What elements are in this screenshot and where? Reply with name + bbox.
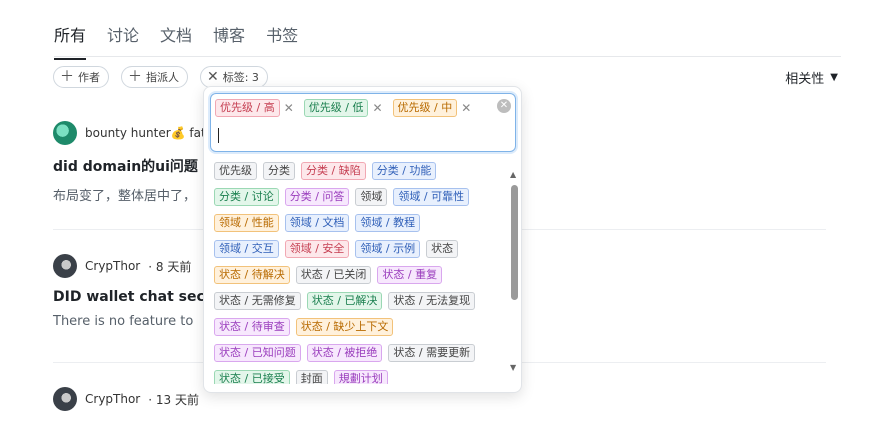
author-filter-button[interactable]: ＋ 作者 [53, 66, 109, 88]
post-author[interactable]: CrypThor [85, 392, 140, 406]
close-icon[interactable]: ✕ [372, 101, 382, 115]
assignee-filter-label: 指派人 [146, 71, 179, 84]
tag-option[interactable]: 状态 / 待审查 [214, 318, 290, 336]
tag-option[interactable]: 分类 / 讨论 [214, 188, 279, 206]
option-row: 状态 / 已知问题 状态 / 被拒绝 状态 / 需要更新 [214, 344, 504, 370]
tag-option[interactable]: 分类 / 缺陷 [301, 162, 366, 180]
tag-option[interactable]: 领域 / 性能 [214, 214, 279, 232]
plus-icon: ＋ [60, 69, 74, 85]
plus-icon: ＋ [128, 69, 142, 85]
tag-option[interactable]: 领域 / 教程 [355, 214, 421, 232]
avatar[interactable] [53, 254, 77, 278]
tag-option[interactable]: 优先级 [214, 162, 257, 180]
selected-tag: 优先级 / 低 ✕ [303, 99, 383, 117]
tag-option[interactable]: 封面 [295, 370, 328, 384]
selected-tag: 优先级 / 中 ✕ [392, 99, 471, 117]
tag-chip: 优先级 / 中 [392, 99, 458, 117]
author-filter-label: 作者 [78, 71, 100, 84]
tab-discussions[interactable]: 讨论 [107, 22, 139, 60]
tab-bookmarks[interactable]: 书签 [266, 22, 298, 60]
option-row: 状态 / 待解决 状态 / 已关闭 状态 / 重复 [214, 266, 504, 292]
avatar[interactable] [53, 121, 77, 145]
tag-option[interactable]: 领域 / 示例 [355, 240, 421, 258]
tag-search-input[interactable]: 优先级 / 高 ✕ 优先级 / 低 ✕ 优先级 / 中 ✕ ✕ [210, 93, 516, 152]
selected-tag: 优先级 / 高 ✕ [215, 99, 294, 117]
post-item[interactable]: CrypThor · 13 天前 [53, 387, 199, 411]
tags-filter-label: 标签: 3 [222, 71, 259, 84]
tab-bar: 所有 讨论 文档 博客 书签 [54, 22, 298, 60]
option-row: 领域 / 交互 领域 / 安全 领域 / 示例 状态 [214, 240, 504, 266]
close-icon[interactable]: ✕ [207, 70, 219, 84]
post-author[interactable]: bounty hunter💰 faty [85, 126, 213, 140]
scroll-down-icon[interactable]: ▼ [510, 363, 516, 372]
option-row: 状态 / 待审查 状态 / 缺少上下文 [214, 318, 504, 344]
post-title[interactable]: DID wallet chat sec [53, 289, 205, 305]
tag-option[interactable]: 领域 [355, 188, 388, 206]
tag-option[interactable]: 分类 / 功能 [371, 162, 437, 180]
tab-docs[interactable]: 文档 [160, 22, 192, 60]
post-meta: bounty hunter💰 faty [53, 121, 213, 145]
text-caret [218, 128, 219, 143]
post-author[interactable]: CrypThor [85, 259, 140, 273]
tag-option[interactable]: 分类 [263, 162, 295, 180]
tag-chip: 优先级 / 高 [215, 99, 280, 117]
option-row: 领域 / 性能 领域 / 文档 领域 / 教程 [214, 214, 504, 240]
tag-option[interactable]: 领域 / 交互 [214, 240, 279, 258]
tag-option[interactable]: 领域 / 文档 [284, 214, 350, 232]
tag-chip: 优先级 / 低 [303, 99, 369, 117]
tags-filter-button[interactable]: ✕ 标签: 3 [200, 66, 268, 88]
close-icon[interactable]: ✕ [461, 101, 471, 115]
option-row: 状态 / 已接受 封面 規劃计划 [214, 370, 504, 384]
post-title[interactable]: did domain的ui问题 [53, 156, 213, 176]
clear-all-icon[interactable]: ✕ [497, 99, 511, 113]
tag-option[interactable]: 状态 / 缺少上下文 [295, 318, 394, 336]
tab-all[interactable]: 所有 [54, 22, 87, 60]
tag-option[interactable]: 分类 / 问答 [284, 188, 350, 206]
assignee-filter-button[interactable]: ＋ 指派人 [121, 66, 188, 88]
tag-option[interactable]: 状态 / 无法复现 [388, 292, 476, 310]
close-icon[interactable]: ✕ [284, 101, 294, 115]
tag-option[interactable]: 状态 / 已接受 [214, 370, 290, 384]
scrollbar-thumb[interactable] [511, 185, 518, 300]
tabs-divider [54, 56, 841, 57]
post-excerpt: There is no feature to [53, 314, 194, 329]
tag-option[interactable]: 状态 / 已解决 [306, 292, 383, 310]
post-time: · 13 天前 [148, 392, 199, 407]
sort-dropdown[interactable]: 相关性 ▼ [785, 68, 838, 87]
tag-option[interactable]: 状态 [426, 240, 459, 258]
option-row: 状态 / 无需修复 状态 / 已解决 状态 / 无法复现 [214, 292, 504, 318]
tag-options-list: 优先级 分类 分类 / 缺陷 分类 / 功能 分类 / 讨论 分类 / 问答 领… [214, 162, 504, 384]
option-row: 分类 / 讨论 分类 / 问答 领域 领域 / 可靠性 [214, 188, 504, 214]
tag-option[interactable]: 状态 / 需要更新 [388, 344, 476, 362]
tag-option[interactable]: 状态 / 待解决 [214, 266, 290, 284]
post-meta: CrypThor · 13 天前 [53, 387, 199, 411]
tag-option[interactable]: 领域 / 可靠性 [393, 188, 470, 206]
tab-blog[interactable]: 博客 [213, 22, 245, 60]
sort-label: 相关性 [785, 72, 825, 87]
tag-picker-popover: 优先级 / 高 ✕ 优先级 / 低 ✕ 优先级 / 中 ✕ ✕ 优先级 分类 分… [203, 86, 522, 393]
selected-tags: 优先级 / 高 ✕ 优先级 / 低 ✕ 优先级 / 中 ✕ [215, 99, 471, 117]
post-time: · 8 天前 [148, 259, 192, 274]
tag-option[interactable]: 状态 / 重复 [377, 266, 443, 284]
post-excerpt: 布局变了，整体居中了， [53, 189, 197, 204]
tag-option[interactable]: 状态 / 已关闭 [295, 266, 372, 284]
post-meta: CrypThor · 8 天前 [53, 254, 205, 278]
post-item[interactable]: CrypThor · 8 天前 DID wallet chat sec Ther… [53, 254, 205, 329]
option-row: 优先级 分类 分类 / 缺陷 分类 / 功能 [214, 162, 504, 188]
tag-option[interactable]: 規劃计划 [333, 370, 388, 384]
filter-bar: ＋ 作者 ＋ 指派人 ✕ 标签: 3 [53, 66, 268, 88]
tag-option[interactable]: 状态 / 无需修复 [214, 292, 301, 310]
post-item[interactable]: bounty hunter💰 faty did domain的ui问题 布局变了… [53, 121, 213, 204]
avatar[interactable] [53, 387, 77, 411]
tag-option[interactable]: 状态 / 被拒绝 [306, 344, 383, 362]
tag-option[interactable]: 状态 / 已知问题 [214, 344, 301, 362]
chevron-down-icon: ▼ [830, 72, 838, 83]
tag-option[interactable]: 领域 / 安全 [284, 240, 350, 258]
scroll-up-icon[interactable]: ▲ [510, 170, 516, 179]
